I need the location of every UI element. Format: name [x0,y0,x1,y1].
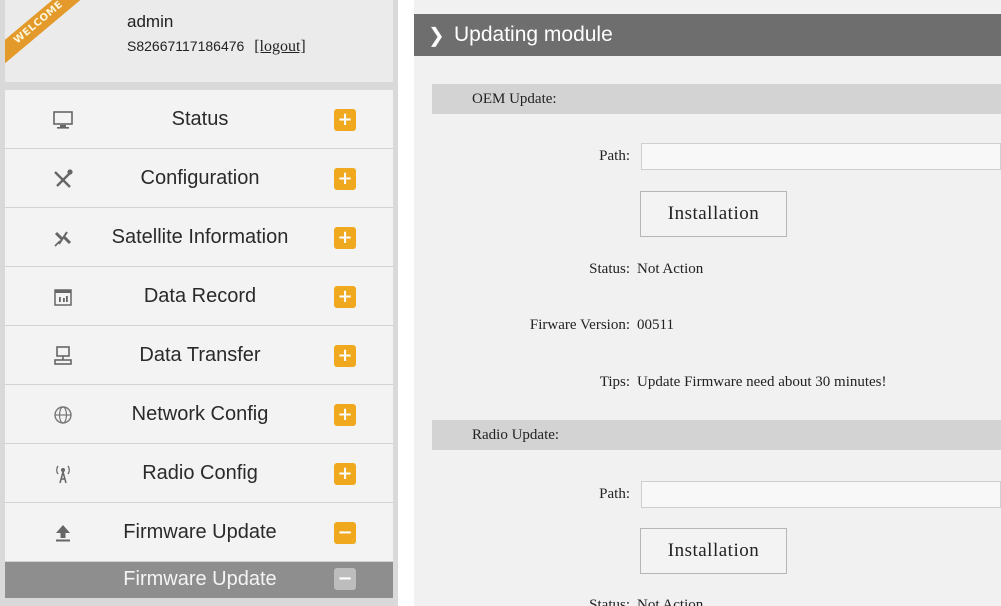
sidebar-item-configuration[interactable]: Configuration + [5,149,393,208]
radio-installation-button[interactable]: Installation [640,528,787,574]
oem-firmware-version-value: 00511 [637,317,674,333]
sidebar-item-status[interactable]: Status + [5,90,393,149]
sidebar-item-label: Satellite Information [111,226,289,248]
serial-line: S82667117186476 [logout] [127,38,306,56]
expand-plus-icon[interactable]: + [334,463,356,485]
user-info-panel: WELCOME admin S82667117186476 [logout] [5,0,393,82]
sidebar-item-satellite-information[interactable]: Satellite Information + [5,208,393,267]
sidebar-item-label: Firmware Update [123,521,277,543]
sidebar-item-label: Data Transfer [139,344,261,366]
welcome-ribbon: WELCOME [5,0,88,66]
sidebar-item-label: Network Config [131,403,269,425]
sidebar: WELCOME admin S82667117186476 [logout] S… [0,0,398,606]
radio-path-input[interactable] [641,481,1001,508]
sidebar-item-firmware-update[interactable]: Firmware Update − [5,503,393,562]
sidebar-item-data-record[interactable]: Data Record + [5,267,393,326]
main-content: ❯ Updating module OEM Update: Path: Inst… [414,0,1001,606]
expand-plus-icon[interactable]: + [334,345,356,367]
calendar-icon [51,285,75,309]
radio-status-value: Not Action [637,597,704,606]
page-header: ❯ Updating module [414,14,1001,56]
network-computer-icon [51,344,75,368]
satellite-icon [51,226,75,250]
oem-tips-value: Update Firmware need about 30 minutes! [637,374,887,390]
sidebar-item-label: Status [171,108,229,130]
sidebar-item-network-config[interactable]: Network Config + [5,385,393,444]
radio-update-section-header: Radio Update: [432,420,1001,450]
submenu-item-label: Firmware Update [123,568,277,590]
main-panel: ❯ Updating module OEM Update: Path: Inst… [406,0,1001,606]
expand-plus-icon[interactable]: + [334,109,356,131]
section-title: Radio Update: [472,427,560,443]
username: admin [127,12,174,31]
oem-tips-label: Tips: [599,374,630,390]
upload-icon [51,521,75,545]
oem-status-label: Status: [589,261,630,277]
monitor-icon [51,108,75,132]
sidebar-item-radio-config[interactable]: Radio Config + [5,444,393,503]
antenna-icon [51,462,75,486]
chevron-right-icon: ❯ [428,23,445,47]
serial-number: S82667117186476 [127,38,245,54]
radio-status-label: Status: [589,597,630,606]
sidebar-item-data-transfer[interactable]: Data Transfer + [5,326,393,385]
collapse-minus-icon[interactable]: − [334,568,356,590]
collapse-minus-icon[interactable]: − [334,522,356,544]
expand-plus-icon[interactable]: + [334,168,356,190]
page-title: Updating module [454,23,613,46]
expand-plus-icon[interactable]: + [334,404,356,426]
radio-path-label: Path: [599,486,630,502]
submenu-item-firmware-update[interactable]: Firmware Update − [5,562,393,598]
oem-installation-button[interactable]: Installation [640,191,787,237]
oem-update-section-header: OEM Update: [432,84,1001,114]
sidebar-item-label: Configuration [140,167,260,189]
expand-plus-icon[interactable]: + [334,286,356,308]
logout-link[interactable]: [logout] [254,38,306,55]
section-title: OEM Update: [472,91,557,107]
expand-plus-icon[interactable]: + [334,227,356,249]
oem-firmware-version-label: Firware Version: [529,317,630,333]
globe-icon [51,403,75,427]
sidebar-menu: Status + Configuration + Satellite Infor… [5,90,393,598]
tools-icon [51,167,75,191]
sidebar-item-label: Data Record [143,285,257,307]
oem-path-input[interactable] [641,143,1001,170]
oem-path-label: Path: [599,148,630,164]
oem-status-value: Not Action [637,261,704,277]
sidebar-item-label: Radio Config [142,462,258,484]
